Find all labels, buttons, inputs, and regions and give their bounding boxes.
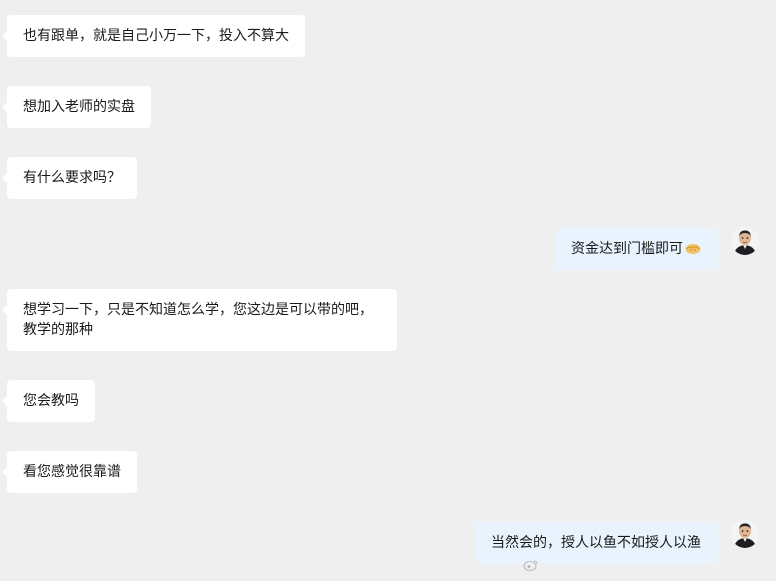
message-bubble-incoming[interactable]: 有什么要求吗？ [2, 157, 137, 199]
message-text: 有什么要求吗？ [23, 170, 121, 186]
message-bubble-outgoing[interactable]: 资金达到门槛即可 [555, 228, 723, 270]
user-avatar-icon[interactable] [731, 520, 759, 548]
message-bubble-incoming[interactable]: 看您感觉很靠谱 [2, 451, 137, 493]
message-bubble-incoming[interactable]: 想加入老师的实盘 [2, 86, 151, 128]
message-bubble-incoming[interactable]: 也有跟单，就是自己小万一下，投入不算大 [2, 15, 305, 57]
message-text: 也有跟单，就是自己小万一下，投入不算大 [23, 28, 289, 44]
user-avatar-icon[interactable] [731, 227, 759, 255]
message-text: 看您感觉很靠谱 [23, 464, 121, 480]
message-bubble-incoming[interactable]: 想学习一下，只是不知道怎么学，您这边是可以带的吧， 教学的那种 [2, 289, 397, 351]
message-text: 您会教吗 [23, 393, 79, 409]
handshake-emoji-icon [685, 241, 701, 261]
message-text-line: 想学习一下，只是不知道怎么学，您这边是可以带的吧， [23, 302, 373, 318]
message-text: 当然会的，授人以鱼不如授人以渔 [491, 535, 701, 551]
weibo-watermark [523, 559, 539, 574]
message-bubble-incoming[interactable]: 您会教吗 [2, 380, 95, 422]
message-bubble-outgoing[interactable]: 当然会的，授人以鱼不如授人以渔 [475, 522, 723, 564]
message-text: 资金达到门槛即可 [571, 241, 683, 257]
message-text: 想加入老师的实盘 [23, 99, 135, 115]
weibo-logo-icon [523, 560, 539, 574]
message-text-line: 教学的那种 [23, 322, 93, 338]
